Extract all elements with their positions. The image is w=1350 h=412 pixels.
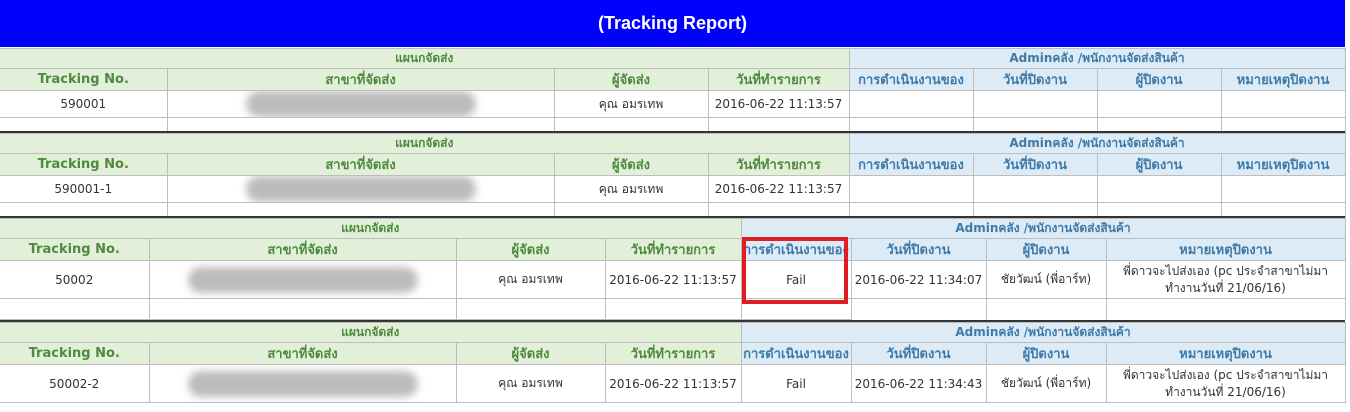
column-header-closer: ผู้ปิดงาน	[985, 238, 1107, 261]
close-note-cell: พี่ดาวจะไปส่งเอง (pc ประจำสาขาไม่มาทำงาน…	[1105, 260, 1346, 299]
redacted-branch	[187, 370, 418, 397]
column-header-close-note: หมายเหตุปิดงาน	[1220, 153, 1346, 176]
closer-cell	[1096, 175, 1222, 203]
column-header-tracking-no: Tracking No.	[0, 238, 150, 261]
tracking-no-cell: 590001	[0, 90, 168, 118]
column-header-closer: ผู้ปิดงาน	[1096, 153, 1222, 176]
record-group-3: แผนกจัดส่ง Adminคลัง /พนักงานจัดส่งสินค้…	[0, 218, 1346, 320]
column-header-sender: ผู้จัดส่ง	[455, 342, 606, 365]
section-header-shipping: แผนกจัดส่ง	[0, 218, 742, 239]
redacted-branch	[187, 266, 418, 293]
table-row: 590001 คุณ อมรเทพ 2016-06-22 11:13:57	[0, 90, 1346, 118]
record-table-4: แผนกจัดส่ง Adminคลัง /พนักงานจัดส่งสินค้…	[0, 322, 1346, 403]
column-header-record-date: วันที่ทำรายการ	[707, 153, 850, 176]
tracking-no-cell: 50002	[0, 260, 150, 299]
section-header-shipping: แผนกจัดส่ง	[0, 48, 850, 69]
column-header-branch: สาขาที่จัดส่ง	[148, 342, 457, 365]
column-header-record-date: วันที่ทำรายการ	[707, 68, 850, 91]
section-header-admin: Adminคลัง /พนักงานจัดส่งสินค้า	[848, 48, 1346, 69]
column-header-sender: ผู้จัดส่ง	[553, 153, 709, 176]
record-table-1: แผนกจัดส่ง Adminคลัง /พนักงานจัดส่งสินค้…	[0, 48, 1346, 139]
tracking-no-cell: 590001-1	[0, 175, 168, 203]
record-date-cell: 2016-06-22 11:13:57	[604, 364, 742, 403]
branch-cell	[148, 364, 457, 403]
column-header-sender: ผู้จัดส่ง	[455, 238, 606, 261]
close-note-cell: พี่ดาวจะไปส่งเอง (pc ประจำสาขาไม่มาทำงาน…	[1105, 364, 1346, 403]
status-cell: Fail	[740, 364, 852, 403]
sender-cell: คุณ อมรเทพ	[455, 260, 606, 299]
column-header-tracking-no: Tracking No.	[0, 153, 168, 176]
close-date-cell	[972, 175, 1098, 203]
branch-cell	[166, 175, 555, 203]
column-header-record-date: วันที่ทำรายการ	[604, 342, 742, 365]
close-date-cell: 2016-06-22 11:34:43	[850, 364, 987, 403]
column-header-close-date: วันที่ปิดงาน	[850, 238, 987, 261]
branch-cell	[148, 260, 457, 299]
record-group-1: แผนกจัดส่ง Adminคลัง /พนักงานจัดส่งสินค้…	[0, 48, 1346, 139]
close-note-cell	[1220, 90, 1346, 118]
record-group-2: แผนกจัดส่ง Adminคลัง /พนักงานจัดส่งสินค้…	[0, 133, 1346, 224]
section-header-shipping: แผนกจัดส่ง	[0, 322, 742, 343]
record-date-cell: 2016-06-22 11:13:57	[707, 175, 850, 203]
table-row: 50002-2 คุณ อมรเทพ 2016-06-22 11:13:57 F…	[0, 364, 1346, 403]
spacer-row	[0, 298, 1346, 320]
redacted-branch	[245, 91, 476, 117]
close-note-cell	[1220, 175, 1346, 203]
table-row: 590001-1 คุณ อมรเทพ 2016-06-22 11:13:57	[0, 175, 1346, 203]
section-header-admin: Adminคลัง /พนักงานจัดส่งสินค้า	[848, 133, 1346, 154]
closer-cell: ชัยวัฒน์ (พี่อาร์ท)	[985, 364, 1107, 403]
branch-cell	[166, 90, 555, 118]
column-header-close-date: วันที่ปิดงาน	[850, 342, 987, 365]
column-header-closer: ผู้ปิดงาน	[985, 342, 1107, 365]
section-header-shipping: แผนกจัดส่ง	[0, 133, 850, 154]
column-header-operation: การดำเนินงานของ	[848, 68, 974, 91]
column-header-branch: สาขาที่จัดส่ง	[166, 68, 555, 91]
sender-cell: คุณ อมรเทพ	[553, 90, 709, 118]
redacted-branch	[245, 176, 476, 202]
column-header-tracking-no: Tracking No.	[0, 68, 168, 91]
table-row: 50002 คุณ อมรเทพ 2016-06-22 11:13:57 Fai…	[0, 260, 1346, 299]
column-header-branch: สาขาที่จัดส่ง	[148, 238, 457, 261]
record-table-3: แผนกจัดส่ง Adminคลัง /พนักงานจัดส่งสินค้…	[0, 218, 1346, 320]
column-header-close-note: หมายเหตุปิดงาน	[1105, 238, 1346, 261]
column-header-close-date: วันที่ปิดงาน	[972, 153, 1098, 176]
column-header-close-note: หมายเหตุปิดงาน	[1105, 342, 1346, 365]
section-header-admin: Adminคลัง /พนักงานจัดส่งสินค้า	[740, 322, 1346, 343]
report-title-banner: (Tracking Report)	[0, 0, 1345, 47]
record-table-2: แผนกจัดส่ง Adminคลัง /พนักงานจัดส่งสินค้…	[0, 133, 1346, 224]
status-cell	[848, 90, 974, 118]
column-header-closer: ผู้ปิดงาน	[1096, 68, 1222, 91]
status-cell	[848, 175, 974, 203]
column-header-operation: การดำเนินงานของ	[740, 238, 852, 261]
column-header-tracking-no: Tracking No.	[0, 342, 150, 365]
column-header-close-note: หมายเหตุปิดงาน	[1220, 68, 1346, 91]
tracking-no-cell: 50002-2	[0, 364, 150, 403]
record-date-cell: 2016-06-22 11:13:57	[604, 260, 742, 299]
close-date-cell: 2016-06-22 11:34:07	[850, 260, 987, 299]
report-title: (Tracking Report)	[597, 13, 748, 33]
sender-cell: คุณ อมรเทพ	[455, 364, 606, 403]
status-cell: Fail	[740, 260, 852, 299]
close-date-cell	[972, 90, 1098, 118]
section-header-admin: Adminคลัง /พนักงานจัดส่งสินค้า	[740, 218, 1346, 239]
column-header-branch: สาขาที่จัดส่ง	[166, 153, 555, 176]
column-header-close-date: วันที่ปิดงาน	[972, 68, 1098, 91]
sender-cell: คุณ อมรเทพ	[553, 175, 709, 203]
record-group-4: แผนกจัดส่ง Adminคลัง /พนักงานจัดส่งสินค้…	[0, 322, 1346, 403]
column-header-operation: การดำเนินงานของ	[848, 153, 974, 176]
column-header-record-date: วันที่ทำรายการ	[604, 238, 742, 261]
closer-cell: ชัยวัฒน์ (พี่อาร์ท)	[985, 260, 1107, 299]
column-header-sender: ผู้จัดส่ง	[553, 68, 709, 91]
column-header-operation: การดำเนินงานของ	[740, 342, 852, 365]
closer-cell	[1096, 90, 1222, 118]
record-date-cell: 2016-06-22 11:13:57	[707, 90, 850, 118]
